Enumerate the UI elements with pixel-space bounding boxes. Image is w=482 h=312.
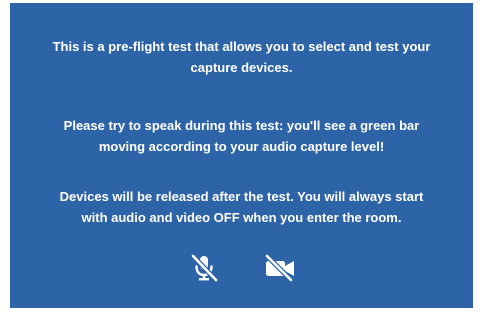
devices-release-line-1: Devices will be released after the test.… [59,189,424,204]
camera-toggle-button[interactable] [262,253,298,283]
intro-text-line-1: This is a pre-flight test that allows yo… [52,39,431,54]
microphone-off-icon [190,253,218,283]
pre-flight-test-panel: This is a pre-flight test that allows yo… [10,3,473,308]
speak-instruction-text: Please try to speak during this test: yo… [10,115,473,157]
microphone-toggle-button[interactable] [186,253,222,283]
devices-release-notice: Devices will be released after the test.… [10,186,473,228]
video-camera-off-icon [264,253,294,283]
intro-text-line-2: capture devices. [190,60,293,75]
intro-text: This is a pre-flight test that allows yo… [10,36,473,78]
speak-instruction-line-1: Please try to speak during this test: yo… [63,118,420,133]
devices-release-line-2: with audio and video OFF when you enter … [81,210,402,225]
device-toggle-group [10,252,473,284]
speak-instruction-line-2: moving according to your audio capture l… [98,139,385,154]
